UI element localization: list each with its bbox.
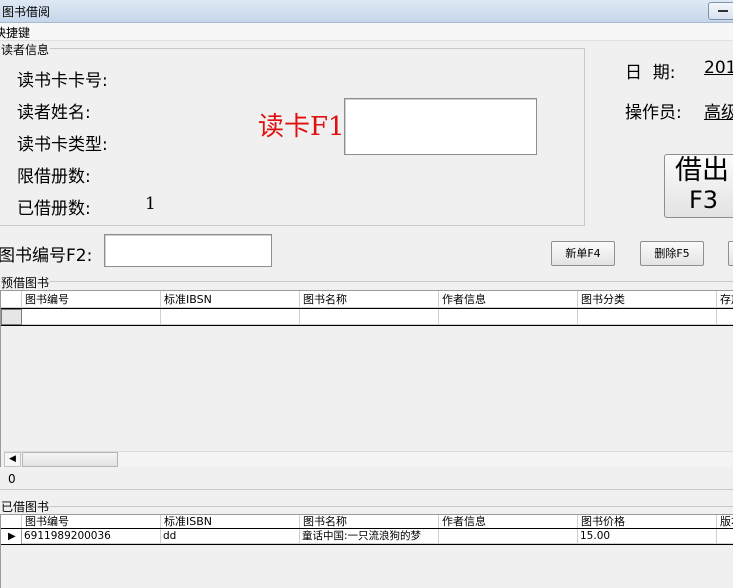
pre-col-name[interactable]: 图书名称: [300, 291, 439, 308]
card-no-label: 读书卡卡号:: [17, 71, 108, 91]
pre-row-divider: [1, 325, 733, 326]
pre-borrow-grid[interactable]: 图书编号 标准IBSN 图书名称 作者信息 图书分类 存放 ◀: [0, 290, 733, 467]
b-col-book-no[interactable]: 图书编号: [22, 515, 161, 529]
limit-label: 限借册数:: [17, 167, 91, 187]
pre-new-row-cell[interactable]: [161, 309, 300, 325]
pre-col-location[interactable]: 存放: [717, 291, 733, 308]
b-col-edition[interactable]: 版本: [717, 515, 733, 529]
count-value: 0: [8, 472, 16, 486]
window-title: 图书借阅: [2, 5, 51, 19]
pre-col-book-no[interactable]: 图书编号: [22, 291, 161, 308]
operator-value: 高级: [704, 103, 733, 123]
pre-hscrollbar[interactable]: ◀: [4, 451, 733, 467]
b-col-isbn[interactable]: 标准ISBN: [161, 515, 300, 529]
minimize-icon: [718, 10, 728, 12]
b-row-price[interactable]: 15.00: [578, 529, 717, 544]
card-type-label: 读书卡类型:: [17, 135, 108, 155]
current-row-arrow-icon: ▶: [8, 531, 16, 542]
pre-new-row-cell[interactable]: [300, 309, 439, 325]
b-row-book-no[interactable]: 6911989200036: [22, 529, 161, 544]
operator-label: 操作员:: [625, 103, 682, 123]
pre-col-author[interactable]: 作者信息: [439, 291, 578, 308]
pre-grid-separator: [0, 281, 733, 282]
b-row-author[interactable]: [439, 529, 578, 544]
count-bar: 0: [0, 467, 733, 490]
minimize-button[interactable]: [708, 2, 733, 20]
pre-new-row-cell[interactable]: [22, 309, 161, 325]
pre-new-row-cell[interactable]: [578, 309, 717, 325]
borrowed-count-label: 已借册数:: [17, 199, 91, 219]
b-col-price[interactable]: 图书价格: [578, 515, 717, 529]
pre-grid-corner: [1, 291, 22, 308]
b-col-name[interactable]: 图书名称: [300, 515, 439, 529]
borrowed-grid-separator: [0, 506, 733, 507]
book-no-input[interactable]: [104, 234, 272, 267]
borrow-button[interactable]: 借出 F3: [664, 154, 733, 218]
borrowed-count-value: 1: [145, 194, 156, 214]
read-card-input[interactable]: [344, 98, 537, 155]
borrow-button-line1: 借出: [675, 155, 729, 186]
pre-new-row-selector[interactable]: [1, 309, 22, 325]
date-value: 201: [704, 58, 733, 78]
chevron-left-icon: ◀: [9, 454, 16, 464]
b-row-name[interactable]: 童话中国:一只流浪狗的梦: [300, 529, 439, 544]
pre-grid-title: 预借图书: [0, 274, 51, 291]
borrowed-grid-title: 已借图书: [0, 498, 51, 515]
reader-name-label: 读者姓名:: [17, 103, 91, 123]
pre-new-row-cell[interactable]: [439, 309, 578, 325]
b-row-edition[interactable]: [717, 529, 733, 544]
reader-info-title: 读者信息: [0, 41, 51, 58]
book-no-label: 图书编号F2:: [0, 246, 93, 266]
b-col-author[interactable]: 作者信息: [439, 515, 578, 529]
new-order-button[interactable]: 新单F4: [551, 241, 615, 266]
b-row-divider: [1, 544, 733, 545]
delete-button[interactable]: 删除F5: [640, 241, 704, 266]
b-row-selector[interactable]: ▶: [1, 529, 22, 544]
scroll-left-button[interactable]: ◀: [4, 452, 21, 467]
pre-col-category[interactable]: 图书分类: [578, 291, 717, 308]
scroll-thumb[interactable]: [22, 452, 118, 467]
menu-bar: 快捷键: [0, 23, 733, 41]
b-grid-corner: [1, 515, 22, 529]
borrowed-grid[interactable]: 图书编号 标准ISBN 图书名称 作者信息 图书价格 版本 ▶ 69119892…: [0, 514, 733, 588]
borrow-button-line2: F3: [689, 186, 719, 214]
b-row-isbn[interactable]: dd: [161, 529, 300, 544]
pre-col-isbn[interactable]: 标准IBSN: [161, 291, 300, 308]
date-label: 日 期:: [625, 63, 676, 83]
title-bar: 图书借阅: [0, 0, 733, 23]
extra-button[interactable]: [728, 241, 733, 266]
menu-shortcut[interactable]: 快捷键: [0, 24, 30, 41]
read-card-label: 读卡F1: [258, 112, 345, 142]
pre-new-row-cell[interactable]: [717, 309, 733, 325]
